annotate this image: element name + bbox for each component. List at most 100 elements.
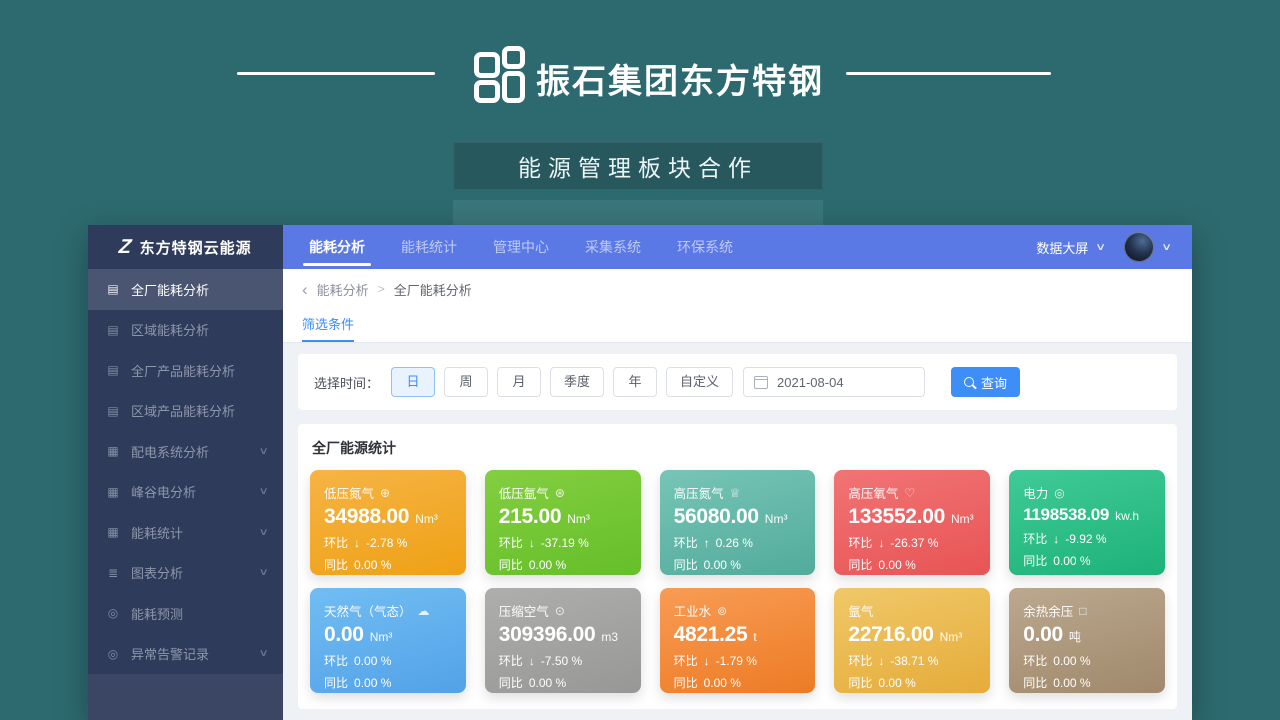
time-range-group: 日 周 月 季度 年 自定义 xyxy=(391,367,733,397)
stat-card-name: 天然气（气态） xyxy=(324,601,412,620)
chevron-down-icon: ∨ xyxy=(258,446,268,457)
time-range-button[interactable]: 月 xyxy=(497,367,541,397)
data-screen-link[interactable]: 数据大屏 xyxy=(1036,238,1088,257)
top-nav-item[interactable]: 采集系统 xyxy=(571,225,655,269)
menu-icon: ◎ xyxy=(106,606,120,620)
sidebar-item[interactable]: ◎ 异常告警记录 ∨ xyxy=(88,634,283,675)
stat-card-value-row: 56080.00 Nm³ xyxy=(674,505,802,529)
stat-card-header: 余热余压 □ xyxy=(1023,601,1151,620)
time-range-button[interactable]: 年 xyxy=(613,367,657,397)
stat-card[interactable]: 高压氧气 ♡ 133552.00 Nm³ 环比 ↓ -26.37 % xyxy=(834,470,990,575)
yoy-line: 同比 0.00 % xyxy=(499,556,627,573)
stat-cards-grid: 低压氮气 ⊕ 34988.00 Nm³ 环比 ↓ -2.78 % xyxy=(310,470,1165,693)
menu-icon: ▤ xyxy=(106,282,120,296)
top-nav-item[interactable]: 能耗分析 xyxy=(295,225,379,269)
stat-card[interactable]: 氩气 22716.00 Nm³ 环比 ↓ -38.71 % xyxy=(834,588,990,693)
menu-icon: ▦ xyxy=(106,444,120,458)
search-icon xyxy=(964,377,974,387)
date-picker[interactable]: 2021-08-04 xyxy=(743,367,925,397)
energy-type-icon: ☁ xyxy=(418,604,430,618)
sidebar-item[interactable]: ▦ 峰谷电分析 ∨ xyxy=(88,472,283,513)
ratio-value: -38.71 % xyxy=(890,654,938,668)
top-nav-item-label: 管理中心 xyxy=(493,237,549,257)
stat-unit: Nm³ xyxy=(951,512,974,526)
energy-type-icon: ♕ xyxy=(730,486,741,500)
sidebar-item[interactable]: ▤ 区域能耗分析 xyxy=(88,310,283,351)
stat-card[interactable]: 压缩空气 ⊙ 309396.00 m3 环比 ↓ -7.50 % xyxy=(485,588,641,693)
sidebar-item[interactable]: ▤ 全厂产品能耗分析 xyxy=(88,350,283,391)
stat-card[interactable]: 低压氩气 ⊛ 215.00 Nm³ 环比 ↓ -37.19 % xyxy=(485,470,641,575)
top-nav-item[interactable]: 管理中心 xyxy=(479,225,563,269)
menu-icon: ◎ xyxy=(106,647,120,661)
avatar[interactable] xyxy=(1124,232,1154,262)
trend-arrow-icon: ↓ xyxy=(529,654,535,668)
sidebar: Z 东方特钢云能源 ▤ 全厂能耗分析 ▤ 区域能耗分析 ▤ 全厂产品能耗分析 ▤ xyxy=(88,225,283,720)
stat-card[interactable]: 工业水 ⊚ 4821.25 t 环比 ↓ -1.79 % xyxy=(660,588,816,693)
yoy-line: 同比 0.00 % xyxy=(324,674,452,691)
yoy-label: 同比 xyxy=(324,556,348,573)
chevron-down-icon[interactable]: ∨ xyxy=(1096,242,1107,253)
stat-card-value-row: 309396.00 m3 xyxy=(499,623,627,647)
query-button[interactable]: 查询 xyxy=(951,367,1020,397)
ratio-value: -7.50 % xyxy=(541,654,582,668)
stat-card-header: 工业水 ⊚ xyxy=(674,601,802,620)
sidebar-item-label: 异常告警记录 xyxy=(131,644,209,663)
trend-arrow-icon: ↓ xyxy=(1053,532,1059,546)
stat-unit: 吨 xyxy=(1069,628,1081,645)
trend-arrow-icon: ↓ xyxy=(354,536,360,550)
yoy-label: 同比 xyxy=(324,674,348,691)
back-icon[interactable]: ‹ xyxy=(302,281,308,298)
stat-card[interactable]: 天然气（气态） ☁ 0.00 Nm³ 环比 0.00 % xyxy=(310,588,466,693)
stat-card[interactable]: 电力 ◎ 1198538.09 kw.h 环比 ↓ -9.92 % xyxy=(1009,470,1165,575)
ratio-value: 0.00 % xyxy=(1053,654,1090,668)
sidebar-item[interactable]: ▦ 能耗统计 ∨ xyxy=(88,512,283,553)
stat-card-name: 余热余压 xyxy=(1023,601,1073,620)
time-range-button[interactable]: 自定义 xyxy=(666,367,733,397)
trend-arrow-icon: ↓ xyxy=(529,536,535,550)
breadcrumb-item[interactable]: 能耗分析 xyxy=(317,280,369,299)
energy-type-icon: ♡ xyxy=(904,486,915,500)
energy-type-icon: ⊚ xyxy=(717,604,727,618)
sidebar-item[interactable]: ▦ 配电系统分析 ∨ xyxy=(88,431,283,472)
top-nav-item-label: 采集系统 xyxy=(585,237,641,257)
page-title: 振石集团东方特钢 xyxy=(536,54,824,103)
chevron-down-icon[interactable]: ∨ xyxy=(1161,242,1172,253)
yoy-value: 0.00 % xyxy=(704,676,741,690)
top-nav-item[interactable]: 能耗统计 xyxy=(387,225,471,269)
stat-card[interactable]: 高压氮气 ♕ 56080.00 Nm³ 环比 ↑ 0.26 % xyxy=(660,470,816,575)
stat-card-name: 高压氮气 xyxy=(674,483,724,502)
top-nav-item[interactable]: 环保系统 xyxy=(663,225,747,269)
stat-card[interactable]: 低压氮气 ⊕ 34988.00 Nm³ 环比 ↓ -2.78 % xyxy=(310,470,466,575)
time-range-button-label: 年 xyxy=(629,374,642,389)
sidebar-item[interactable]: ▤ 区域产品能耗分析 xyxy=(88,391,283,432)
ratio-line: 环比 ↓ -1.79 % xyxy=(674,652,802,669)
breadcrumb-current: 全厂能耗分析 xyxy=(394,280,472,299)
date-value: 2021-08-04 xyxy=(777,375,844,390)
time-range-button[interactable]: 季度 xyxy=(550,367,604,397)
ratio-label: 环比 xyxy=(674,534,698,551)
sidebar-item-label: 能耗统计 xyxy=(131,523,183,542)
stat-unit: Nm³ xyxy=(370,630,393,644)
menu-icon: ≣ xyxy=(106,566,120,580)
time-range-button[interactable]: 周 xyxy=(444,367,488,397)
stat-card[interactable]: 余热余压 □ 0.00 吨 环比 0.00 % xyxy=(1009,588,1165,693)
stat-unit: kw.h xyxy=(1115,509,1139,523)
time-range-button-label: 月 xyxy=(513,374,526,389)
ratio-line: 环比 ↓ -38.71 % xyxy=(848,652,976,669)
time-range-button[interactable]: 日 xyxy=(391,367,435,397)
filter-panel: 选择时间： 日 周 月 季度 年 自定义 xyxy=(298,354,1177,410)
menu-icon: ▤ xyxy=(106,363,120,377)
sidebar-item[interactable]: ≣ 图表分析 ∨ xyxy=(88,553,283,594)
yoy-value: 0.00 % xyxy=(1053,554,1090,568)
stat-card-value-row: 133552.00 Nm³ xyxy=(848,505,976,529)
trend-arrow-icon: ↓ xyxy=(878,654,884,668)
divider-line-right xyxy=(846,72,1051,75)
sidebar-item[interactable]: ◎ 能耗预测 xyxy=(88,593,283,634)
tab-filter-conditions[interactable]: 筛选条件 xyxy=(302,309,354,342)
energy-type-icon: ⊙ xyxy=(555,604,565,618)
stat-value: 22716.00 xyxy=(848,623,933,647)
sidebar-item[interactable]: ▤ 全厂能耗分析 xyxy=(88,269,283,310)
trend-arrow-icon: ↑ xyxy=(704,536,710,550)
ratio-label: 环比 xyxy=(499,652,523,669)
divider-line-left xyxy=(237,72,435,75)
